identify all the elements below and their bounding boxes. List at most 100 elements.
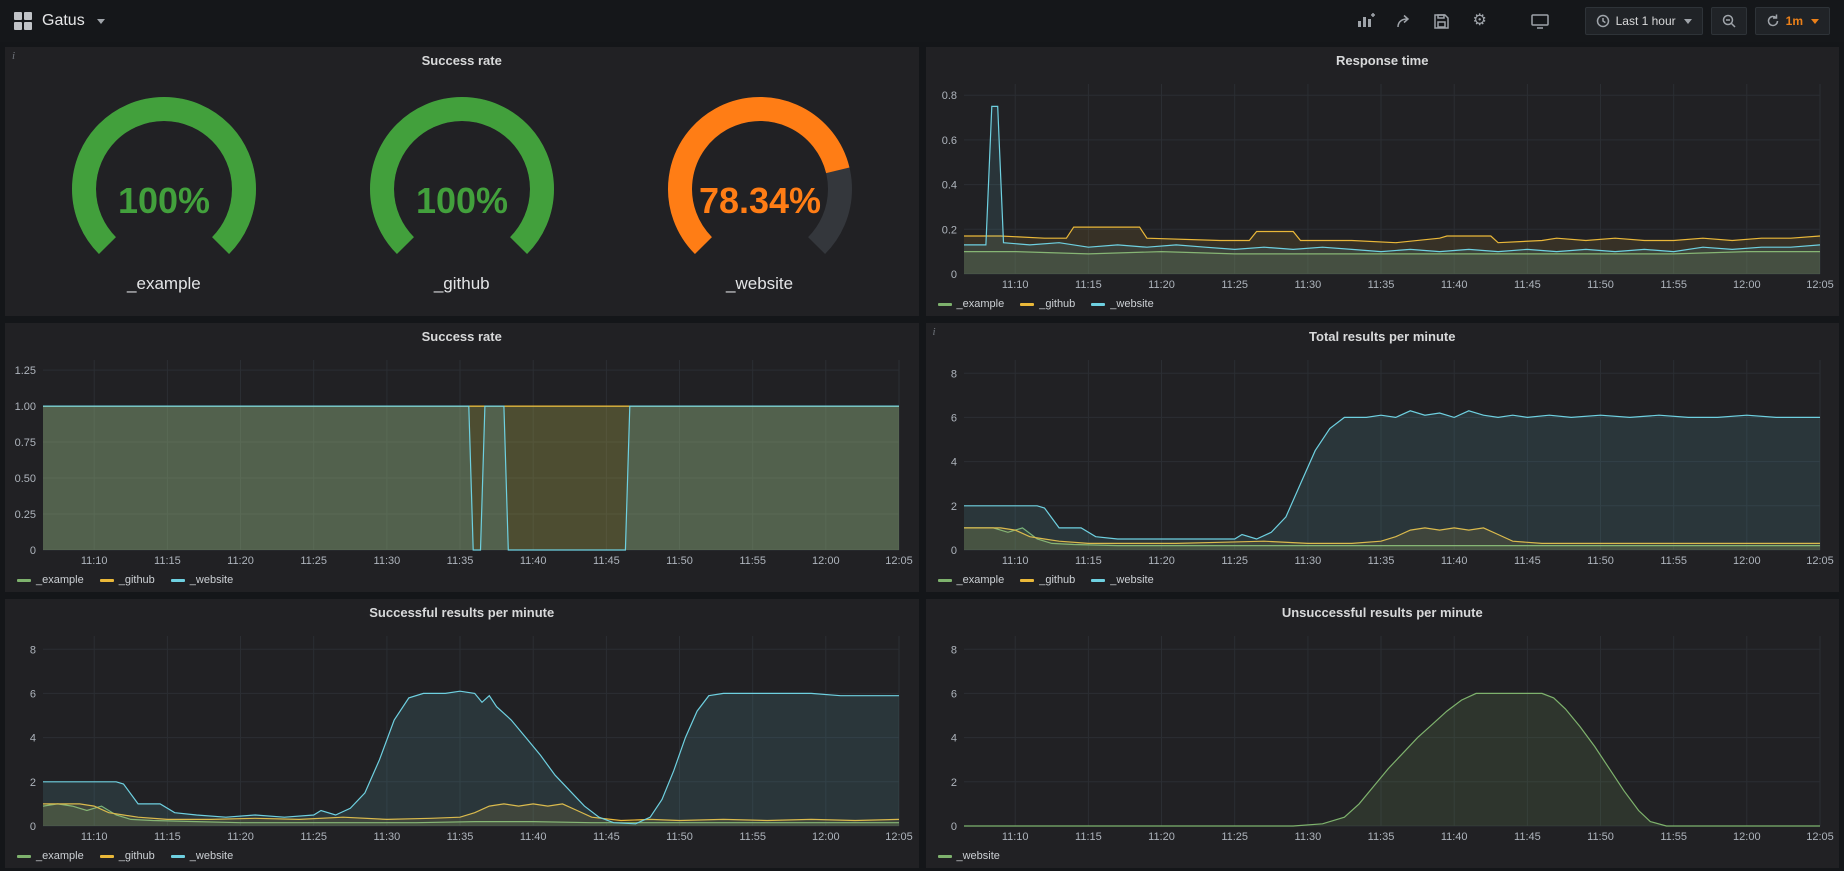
svg-text:11:20: 11:20 [227,831,254,843]
dashboards-grid-icon[interactable] [14,12,32,30]
svg-text:11:30: 11:30 [1294,279,1321,291]
chart-svg: 0246811:1011:1511:2011:2511:3011:3511:40… [7,628,913,844]
refresh-icon [1766,14,1780,28]
settings-button[interactable]: ⚙ [1465,7,1495,35]
panel-success-rate-timeseries: Success rate 00.250.500.751.001.2511:101… [5,323,919,592]
total-results-chart: 0246811:1011:1511:2011:2511:3011:3511:40… [928,352,1834,568]
svg-text:0: 0 [30,545,36,557]
panel-info-icon[interactable]: i [12,50,15,62]
svg-text:11:15: 11:15 [154,555,181,567]
share-button[interactable] [1389,7,1419,35]
gauge-svg: 78.34% [620,89,900,267]
chart-legend: _example _github _website [926,568,1840,592]
chart-legend: _example _github _website [5,844,919,868]
panel-header: Successful results per minute [5,599,919,626]
panel-title[interactable]: Total results per minute [1309,329,1455,344]
gauge-example: 100% _example [15,89,313,294]
svg-text:0.25: 0.25 [15,509,36,521]
add-panel-button[interactable] [1351,7,1381,35]
svg-text:11:35: 11:35 [1367,279,1394,291]
panel-header: Success rate [5,323,919,350]
gear-icon: ⚙ [1472,13,1486,29]
chevron-down-icon[interactable] [97,19,105,24]
cycle-view-button[interactable] [1525,7,1555,35]
svg-text:11:15: 11:15 [1075,831,1102,843]
svg-text:0.50: 0.50 [15,473,36,485]
chart-svg: 0246811:1011:1511:2011:2511:3011:3511:40… [928,352,1834,568]
panel-title[interactable]: Response time [1336,53,1428,68]
svg-text:0.6: 0.6 [941,135,956,147]
legend-item-example[interactable]: _example [17,574,84,586]
chart-svg: 0246811:1011:1511:2011:2511:3011:3511:40… [928,628,1834,844]
svg-text:11:10: 11:10 [1001,279,1028,291]
svg-text:2: 2 [30,777,36,789]
legend-item-website[interactable]: _website [171,574,233,586]
legend-item-website[interactable]: _website [1091,574,1153,586]
legend-item-website[interactable]: _website [1091,298,1153,310]
panel-info-icon[interactable]: i [933,326,936,338]
panel-title[interactable]: Successful results per minute [369,605,554,620]
chart-svg: 00.250.500.751.001.2511:1011:1511:2011:2… [7,352,913,568]
svg-text:11:45: 11:45 [1514,555,1541,567]
svg-text:12:00: 12:00 [1733,279,1761,291]
svg-text:4: 4 [30,733,36,745]
legend-label: _website [190,574,233,586]
svg-text:11:45: 11:45 [593,831,620,843]
legend-swatch [1091,303,1105,306]
legend-item-github[interactable]: _github [100,850,155,862]
svg-text:11:50: 11:50 [1587,831,1614,843]
svg-text:12:00: 12:00 [812,555,840,567]
legend-swatch [100,579,114,582]
svg-text:11:20: 11:20 [1148,555,1175,567]
svg-text:11:55: 11:55 [1660,831,1687,843]
time-range-picker[interactable]: Last 1 hour [1585,7,1703,35]
svg-text:8: 8 [950,368,956,380]
gauge-svg: 100% [24,89,304,267]
legend-swatch [17,579,31,582]
legend-label: _example [957,574,1005,586]
gauge-arc-container: 100% [24,89,304,272]
legend-label: _website [1110,298,1153,310]
legend-swatch [938,303,952,306]
legend-swatch [1091,579,1105,582]
time-range-caret-icon [1684,19,1692,24]
legend-item-github[interactable]: _github [100,574,155,586]
zoom-out-button[interactable] [1711,7,1747,35]
gauge-value: 78.34% [699,180,821,221]
svg-text:11:20: 11:20 [227,555,254,567]
svg-text:11:30: 11:30 [374,831,401,843]
legend-item-website[interactable]: _website [171,850,233,862]
legend-item-github[interactable]: _github [1020,298,1075,310]
panel-title[interactable]: Success rate [422,53,502,68]
svg-text:12:00: 12:00 [1733,831,1761,843]
svg-text:11:40: 11:40 [520,555,547,567]
svg-text:4: 4 [950,457,956,469]
panel-title[interactable]: Unsuccessful results per minute [1282,605,1483,620]
legend-item-website[interactable]: _website [938,850,1000,862]
legend-item-example[interactable]: _example [17,850,84,862]
svg-text:11:40: 11:40 [1440,555,1467,567]
legend-item-example[interactable]: _example [938,574,1005,586]
svg-text:0: 0 [950,545,956,557]
panel-title[interactable]: Success rate [422,329,502,344]
svg-text:11:30: 11:30 [374,555,401,567]
svg-text:11:35: 11:35 [447,831,474,843]
svg-text:12:00: 12:00 [812,831,840,843]
gauge-value: 100% [118,180,210,221]
refresh-interval-button[interactable]: 1m [1755,7,1830,35]
svg-text:8: 8 [950,644,956,656]
legend-item-github[interactable]: _github [1020,574,1075,586]
gauge-arc-container: 78.34% [620,89,900,272]
dashboard-title[interactable]: Gatus [42,12,85,30]
svg-text:0.75: 0.75 [15,437,36,449]
gauge-label: _github [434,274,490,294]
svg-text:11:55: 11:55 [1660,555,1687,567]
navbar: Gatus ⚙ [0,0,1844,42]
gauge-website: 78.34% _website [611,89,909,294]
chart-legend: _example _github _website [5,568,919,592]
svg-text:11:35: 11:35 [1367,831,1394,843]
save-button[interactable] [1427,7,1457,35]
svg-text:11:25: 11:25 [300,555,327,567]
panel-header: i Total results per minute [926,323,1840,350]
legend-item-example[interactable]: _example [938,298,1005,310]
